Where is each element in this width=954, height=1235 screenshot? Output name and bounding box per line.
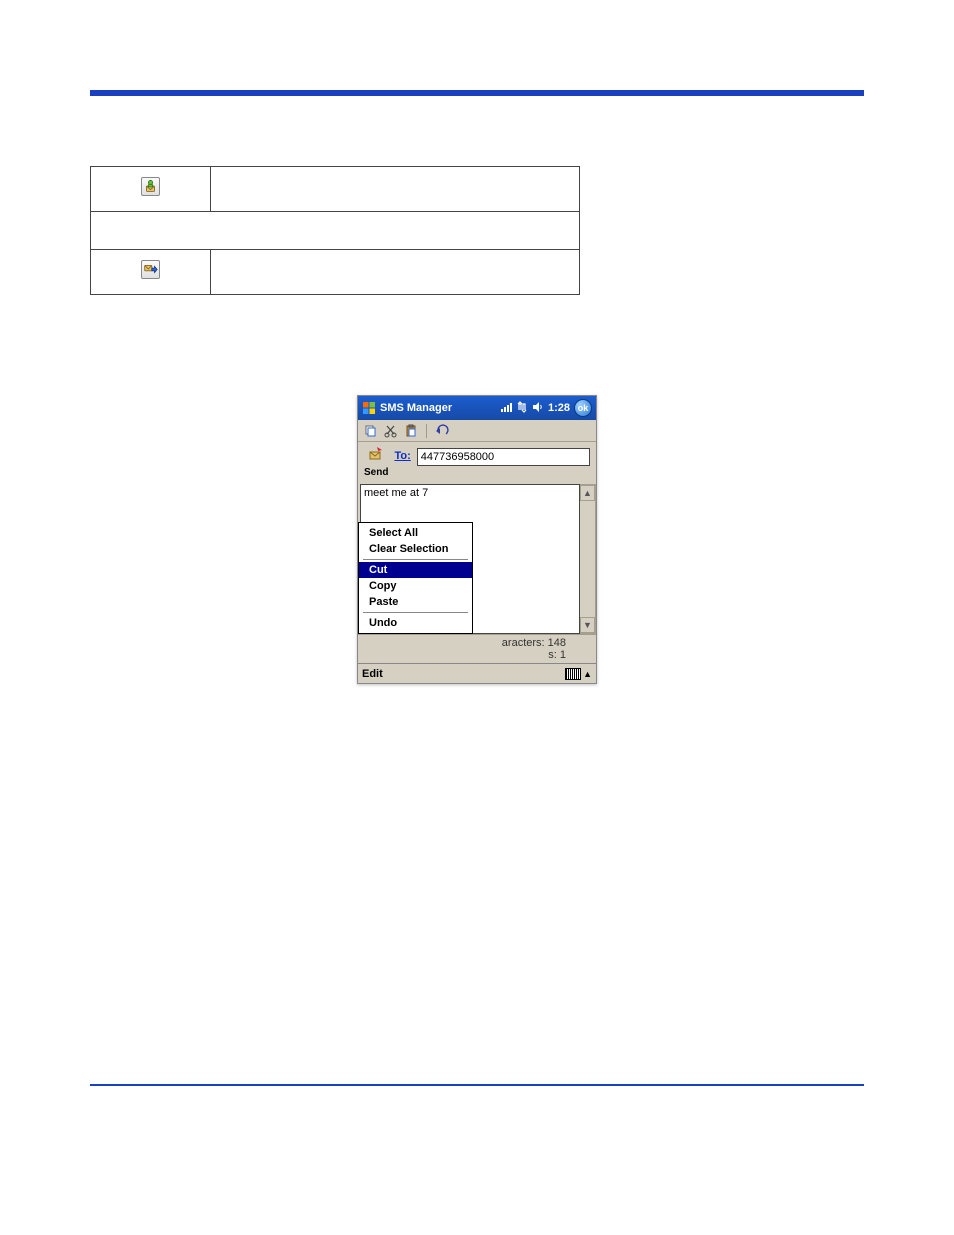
- table-desc-cell: [211, 167, 580, 212]
- device-screenshot: SMS Manager 1:28 ok: [357, 395, 597, 684]
- toolbar-separator: [426, 424, 427, 438]
- start-flag-icon[interactable]: [362, 401, 376, 415]
- connectivity-icon: [516, 401, 528, 416]
- footer-rule: [90, 1084, 864, 1086]
- scroll-down-button[interactable]: ▼: [580, 617, 595, 633]
- window-titlebar: SMS Manager 1:28 ok: [358, 396, 596, 420]
- taskbar: Edit ▲: [358, 663, 596, 683]
- cut-icon[interactable]: [384, 424, 398, 438]
- icon-definition-table: [90, 166, 580, 295]
- status-characters: aracters: 148: [502, 637, 566, 649]
- send-label: Send: [364, 467, 388, 478]
- chevron-up-icon: ▲: [583, 669, 592, 679]
- to-link[interactable]: To:: [394, 450, 410, 462]
- contacts-icon: [141, 177, 160, 196]
- copy-icon[interactable]: [364, 424, 378, 438]
- header-rule: [90, 90, 864, 96]
- outbox-next-icon: [141, 260, 160, 279]
- menu-undo[interactable]: Undo: [359, 615, 472, 631]
- status-bar: aracters: 148 s: 1: [358, 634, 596, 663]
- sip-keyboard-button[interactable]: ▲: [565, 668, 592, 680]
- keyboard-icon: [565, 668, 581, 680]
- edit-menu[interactable]: Edit: [362, 668, 383, 680]
- context-menu: Select All Clear Selection Cut Copy Past…: [358, 522, 473, 634]
- ok-button[interactable]: ok: [574, 399, 592, 417]
- table-full-row: [91, 212, 580, 250]
- menu-cut[interactable]: Cut: [359, 562, 472, 578]
- send-icon: [368, 446, 384, 462]
- table-icon-cell: [91, 250, 211, 295]
- edit-toolbar: [358, 420, 596, 442]
- send-button[interactable]: Send: [364, 446, 388, 480]
- message-wrap: ▲ ▼ Select All Clear Selection Cut Copy …: [358, 484, 596, 634]
- paste-icon[interactable]: [404, 424, 418, 438]
- status-messages: s: 1: [548, 649, 566, 661]
- undo-icon[interactable]: [435, 424, 449, 438]
- scroll-up-button[interactable]: ▲: [580, 485, 595, 501]
- menu-clear-selection[interactable]: Clear Selection: [359, 541, 472, 557]
- menu-paste[interactable]: Paste: [359, 594, 472, 610]
- table-icon-cell: [91, 167, 211, 212]
- send-row: Send To:: [358, 442, 596, 484]
- to-input[interactable]: [417, 448, 590, 466]
- speaker-icon: [532, 401, 544, 416]
- table-desc-cell: [211, 250, 580, 295]
- clock-time: 1:28: [548, 402, 570, 414]
- signal-icon: [500, 401, 512, 416]
- menu-select-all[interactable]: Select All: [359, 525, 472, 541]
- menu-copy[interactable]: Copy: [359, 578, 472, 594]
- menu-separator: [363, 612, 468, 613]
- window-title: SMS Manager: [380, 402, 496, 414]
- scrollbar[interactable]: ▲ ▼: [580, 484, 596, 634]
- menu-separator: [363, 559, 468, 560]
